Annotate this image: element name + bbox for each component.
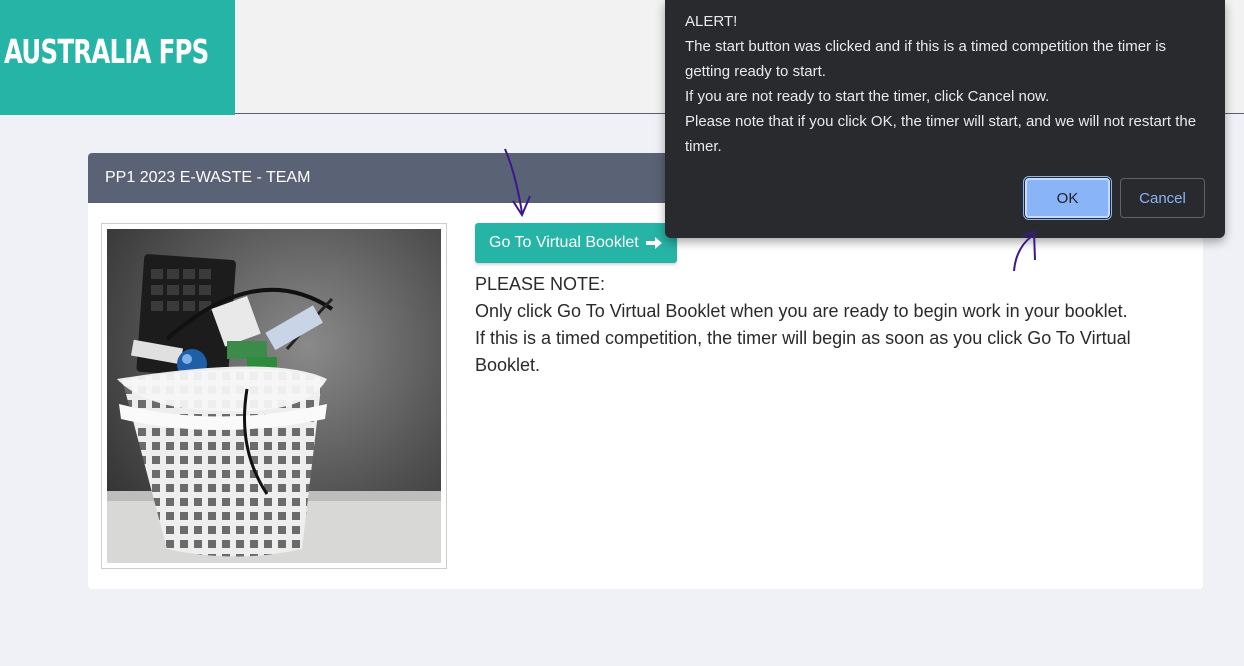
alert-line: The start button was clicked and if this…	[685, 38, 1167, 80]
note-line: Only click Go To Virtual Booklet when yo…	[475, 301, 1128, 321]
arrow-right-icon	[645, 237, 662, 249]
image-frame	[101, 223, 447, 569]
go-button-label: Go To Virtual Booklet	[489, 234, 639, 251]
e-waste-photo	[107, 229, 441, 563]
alert-dialog: ALERT! The start button was clicked and …	[665, 0, 1225, 238]
brand-title: AUSTRALIA FPS	[4, 32, 209, 71]
brand-logo[interactable]: AUSTRALIA FPS	[0, 0, 235, 115]
alert-title: ALERT!	[685, 13, 738, 30]
note-heading: PLEASE NOTE:	[475, 274, 606, 294]
alert-line: If you are not ready to start the timer,…	[685, 88, 1050, 105]
alert-message: ALERT! The start button was clicked and …	[685, 9, 1210, 159]
alert-line: Please note that if you click OK, the ti…	[685, 113, 1197, 155]
cancel-button[interactable]: Cancel	[1120, 178, 1205, 218]
ok-button[interactable]: OK	[1023, 176, 1112, 220]
go-to-virtual-booklet-button[interactable]: Go To Virtual Booklet	[475, 223, 677, 263]
note-text: PLEASE NOTE: Only click Go To Virtual Bo…	[475, 271, 1190, 379]
note-line: If this is a timed competition, the time…	[475, 328, 1131, 375]
